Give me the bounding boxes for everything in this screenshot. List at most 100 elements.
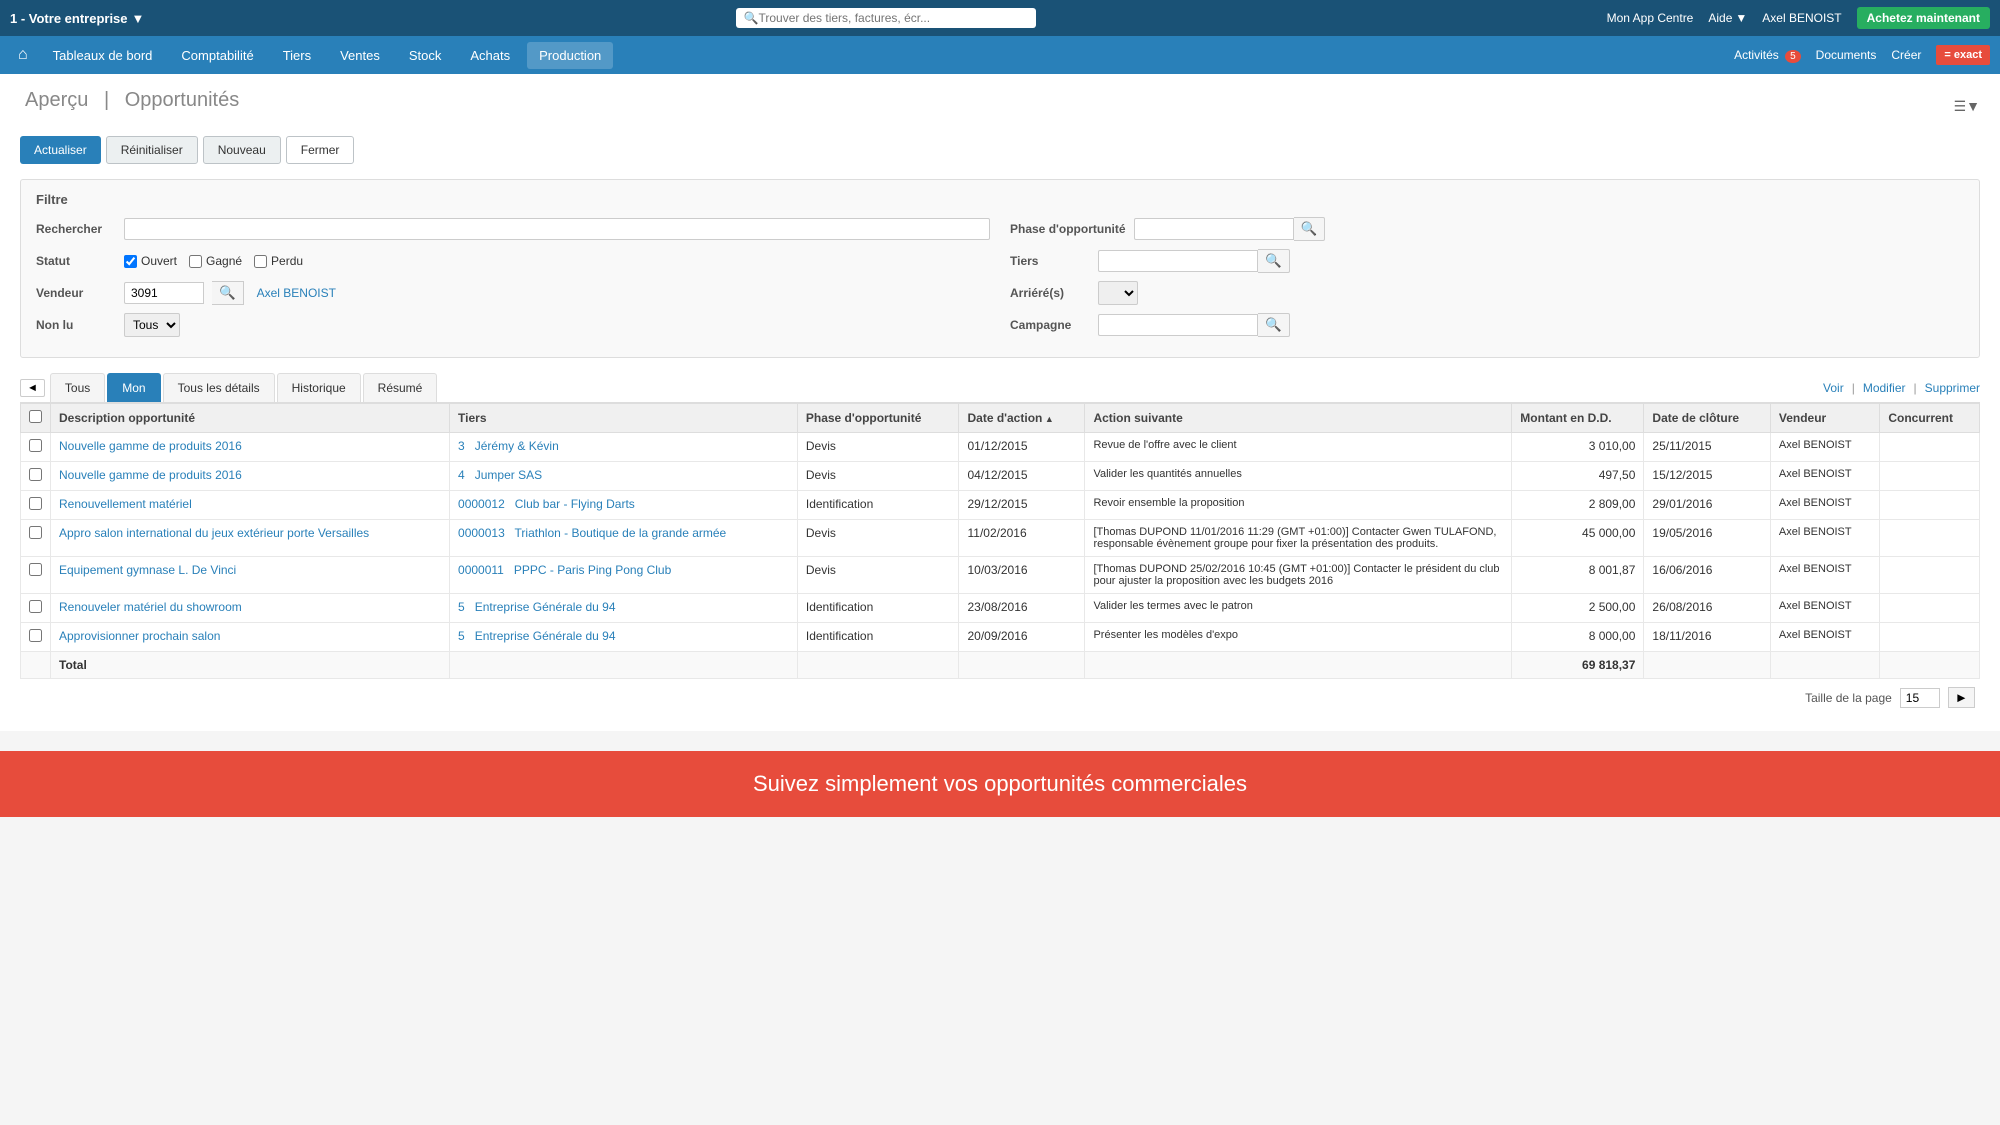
nav-achats[interactable]: Achats bbox=[458, 42, 522, 69]
campagne-input[interactable] bbox=[1098, 314, 1258, 336]
tab-tous[interactable]: Tous bbox=[50, 373, 105, 402]
tab-mon[interactable]: Mon bbox=[107, 373, 160, 402]
campagne-search-button[interactable]: 🔍 bbox=[1258, 313, 1290, 337]
row-checkbox[interactable] bbox=[29, 526, 42, 539]
row-concurrent bbox=[1880, 520, 1980, 557]
nav-ventes[interactable]: Ventes bbox=[328, 42, 392, 69]
tiers-link[interactable]: 4 bbox=[458, 468, 465, 482]
row-checkbox-cell bbox=[21, 433, 51, 462]
statut-checkboxes: Ouvert Gagné Perdu bbox=[124, 254, 303, 268]
row-phase: Devis bbox=[797, 462, 959, 491]
voir-link[interactable]: Voir bbox=[1823, 381, 1844, 395]
row-date-action: 23/08/2016 bbox=[959, 594, 1085, 623]
nav-stock[interactable]: Stock bbox=[397, 42, 454, 69]
vendeur-code-input[interactable]: 3091 bbox=[124, 282, 204, 304]
tiers-name-link[interactable]: Entreprise Générale du 94 bbox=[475, 600, 616, 614]
statut-perdu-checkbox[interactable] bbox=[254, 255, 267, 268]
tab-historique[interactable]: Historique bbox=[277, 373, 361, 402]
tiers-link[interactable]: 0000011 bbox=[458, 563, 504, 577]
search-input[interactable] bbox=[758, 11, 1018, 25]
statut-ouvert-checkbox[interactable] bbox=[124, 255, 137, 268]
nav-tiers[interactable]: Tiers bbox=[271, 42, 323, 69]
select-all-checkbox[interactable] bbox=[29, 410, 42, 423]
statut-gagne-checkbox[interactable] bbox=[189, 255, 202, 268]
row-checkbox[interactable] bbox=[29, 629, 42, 642]
total-empty-2 bbox=[450, 652, 798, 679]
supprimer-link[interactable]: Supprimer bbox=[1925, 381, 1980, 395]
nav-tableaux-de-bord[interactable]: Tableaux de bord bbox=[41, 42, 165, 69]
arriere-select[interactable] bbox=[1098, 281, 1138, 305]
actualiser-button[interactable]: Actualiser bbox=[20, 136, 101, 164]
total-empty-4 bbox=[959, 652, 1085, 679]
phase-input[interactable] bbox=[1134, 218, 1294, 240]
description-link[interactable]: Renouvellement matériel bbox=[59, 497, 192, 511]
row-vendeur: Axel BENOIST bbox=[1770, 491, 1879, 520]
breadcrumb-2: Opportunités bbox=[125, 89, 240, 111]
total-empty-5 bbox=[1085, 652, 1512, 679]
tiers-name-link[interactable]: Jumper SAS bbox=[475, 468, 542, 482]
tiers-name-link[interactable]: Jérémy & Kévin bbox=[475, 439, 559, 453]
nav-comptabilite[interactable]: Comptabilité bbox=[169, 42, 265, 69]
tiers-search-button[interactable]: 🔍 bbox=[1258, 249, 1290, 273]
pagination-next-button[interactable]: ► bbox=[1948, 687, 1975, 708]
row-action-suivante: Valider les quantités annuelles bbox=[1085, 462, 1512, 491]
nav-production[interactable]: Production bbox=[527, 42, 613, 69]
col-date-action[interactable]: Date d'action bbox=[959, 404, 1085, 433]
description-link[interactable]: Equipement gymnase L. De Vinci bbox=[59, 563, 236, 577]
description-link[interactable]: Appro salon international du jeux extéri… bbox=[59, 526, 369, 540]
tab-tous-details[interactable]: Tous les détails bbox=[163, 373, 275, 402]
fermer-button[interactable]: Fermer bbox=[286, 136, 355, 164]
tiers-link[interactable]: 5 bbox=[458, 629, 465, 643]
documents-link[interactable]: Documents bbox=[1816, 48, 1877, 62]
row-montant: 2 809,00 bbox=[1512, 491, 1644, 520]
tiers-name-link[interactable]: Triathlon - Boutique de la grande armée bbox=[515, 526, 727, 540]
tab-resume[interactable]: Résumé bbox=[363, 373, 438, 402]
row-checkbox[interactable] bbox=[29, 600, 42, 613]
description-link[interactable]: Nouvelle gamme de produits 2016 bbox=[59, 468, 242, 482]
view-toggle[interactable]: ☰▼ bbox=[1954, 98, 1980, 115]
row-concurrent bbox=[1880, 462, 1980, 491]
vendeur-search-btn[interactable]: 🔍 bbox=[212, 281, 244, 305]
rechercher-input[interactable] bbox=[124, 218, 990, 240]
creer-link[interactable]: Créer bbox=[1891, 48, 1921, 62]
row-vendeur: Axel BENOIST bbox=[1770, 594, 1879, 623]
vendeur-name-link[interactable]: Axel BENOIST bbox=[257, 286, 336, 300]
tiers-name-link[interactable]: Entreprise Générale du 94 bbox=[475, 629, 616, 643]
activites-link[interactable]: Activités 5 bbox=[1734, 48, 1801, 62]
row-tiers: 5 Entreprise Générale du 94 bbox=[450, 623, 798, 652]
phase-search-button[interactable]: 🔍 bbox=[1294, 217, 1326, 241]
tiers-name-link[interactable]: Club bar - Flying Darts bbox=[515, 497, 635, 511]
brand[interactable]: 1 - Votre entreprise ▼ bbox=[10, 11, 144, 26]
reinitialiser-button[interactable]: Réinitialiser bbox=[106, 136, 198, 164]
tiers-name-link[interactable]: PPPC - Paris Ping Pong Club bbox=[514, 563, 671, 577]
row-date-action: 11/02/2016 bbox=[959, 520, 1085, 557]
achetez-button[interactable]: Achetez maintenant bbox=[1857, 7, 1990, 29]
description-link[interactable]: Approvisionner prochain salon bbox=[59, 629, 220, 643]
row-date-cloture: 15/12/2015 bbox=[1644, 462, 1770, 491]
row-phase: Identification bbox=[797, 594, 959, 623]
description-link[interactable]: Nouvelle gamme de produits 2016 bbox=[59, 439, 242, 453]
row-checkbox[interactable] bbox=[29, 563, 42, 576]
page-size-input[interactable]: 15 bbox=[1900, 688, 1940, 708]
row-checkbox[interactable] bbox=[29, 439, 42, 452]
table-row: Equipement gymnase L. De Vinci 0000011 P… bbox=[21, 557, 1980, 594]
row-checkbox[interactable] bbox=[29, 497, 42, 510]
non-lu-select[interactable]: Tous bbox=[124, 313, 180, 337]
home-button[interactable]: ⌂ bbox=[10, 42, 36, 68]
pagination-bar: Taille de la page 15 ► bbox=[20, 679, 1980, 716]
description-link[interactable]: Renouveler matériel du showroom bbox=[59, 600, 242, 614]
tiers-link[interactable]: 0000012 bbox=[458, 497, 505, 511]
tiers-link[interactable]: 0000013 bbox=[458, 526, 505, 540]
tiers-link[interactable]: 3 bbox=[458, 439, 465, 453]
app-centre-link[interactable]: Mon App Centre bbox=[1607, 11, 1694, 25]
row-checkbox[interactable] bbox=[29, 468, 42, 481]
aide-menu[interactable]: Aide ▼ bbox=[1708, 11, 1747, 25]
modifier-link[interactable]: Modifier bbox=[1863, 381, 1906, 395]
promo-banner: Suivez simplement vos opportunités comme… bbox=[0, 751, 2000, 817]
nouveau-button[interactable]: Nouveau bbox=[203, 136, 281, 164]
tiers-link[interactable]: 5 bbox=[458, 600, 465, 614]
table-row: Nouvelle gamme de produits 2016 4 Jumper… bbox=[21, 462, 1980, 491]
tab-left-button[interactable]: ◄ bbox=[20, 379, 45, 397]
row-concurrent bbox=[1880, 623, 1980, 652]
tiers-input[interactable] bbox=[1098, 250, 1258, 272]
